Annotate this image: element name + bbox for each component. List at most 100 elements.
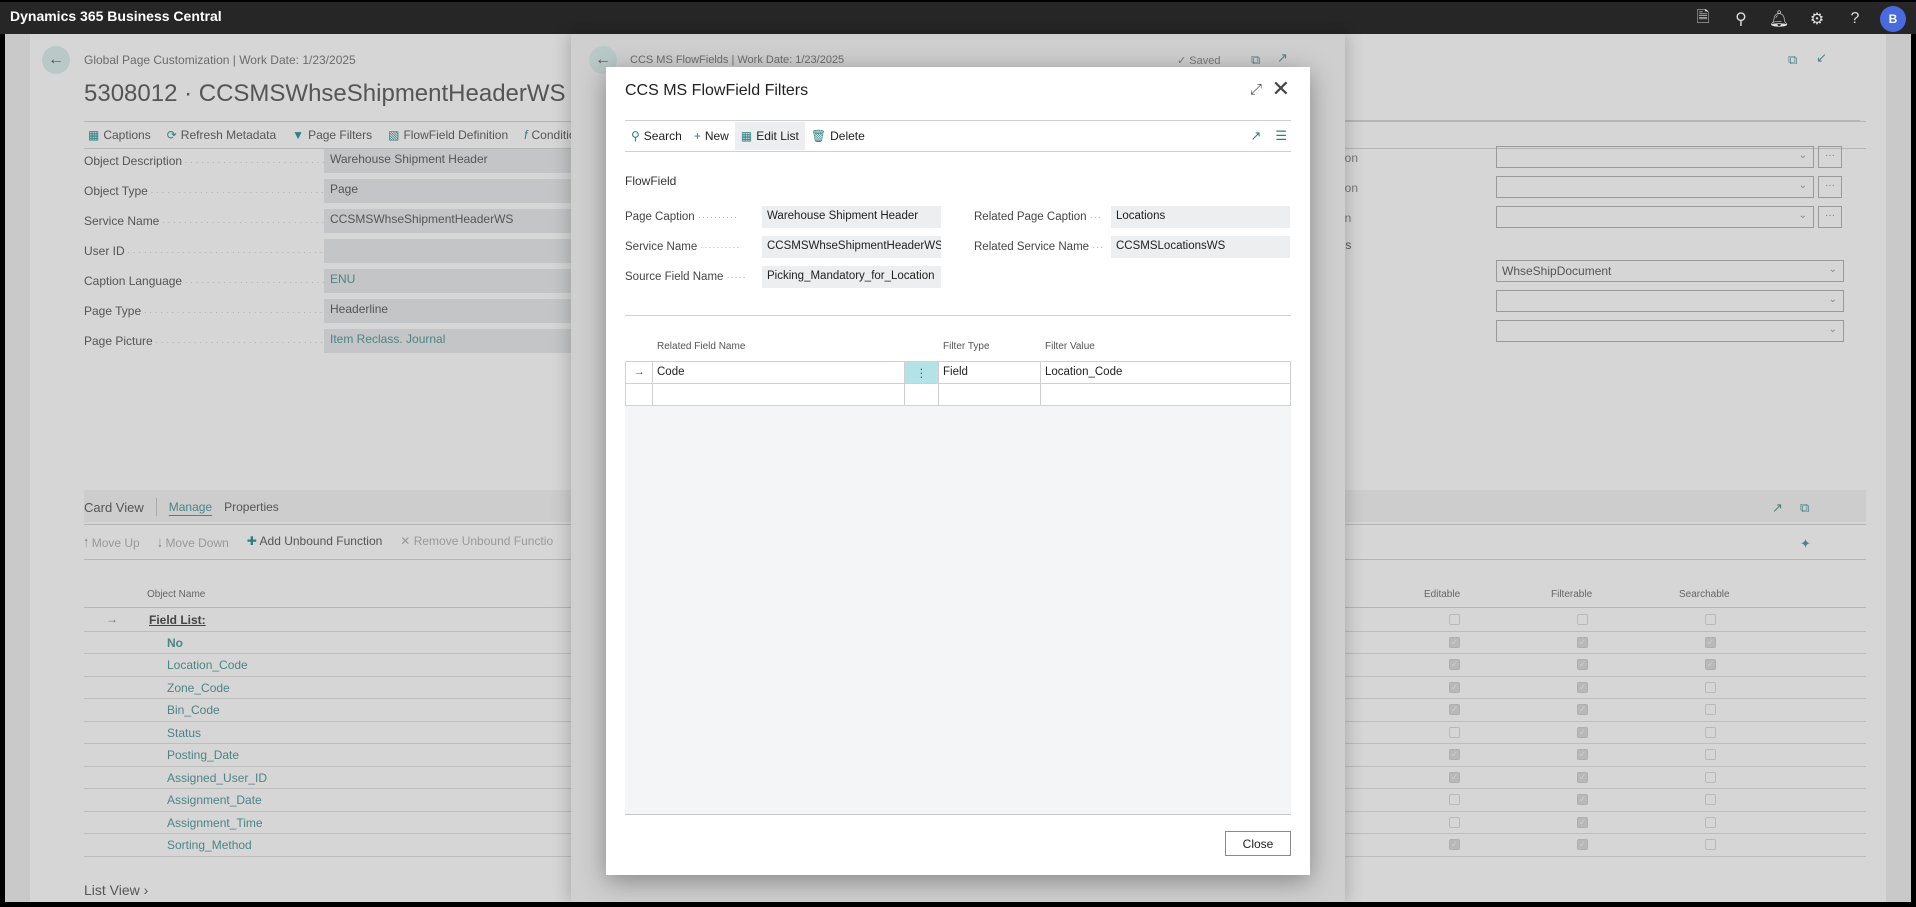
filter-value-cell[interactable] <box>1041 384 1290 406</box>
object-name[interactable]: Bin_Code <box>167 703 220 717</box>
col-related-field-name[interactable]: Related Field Name <box>657 341 745 352</box>
checkbox[interactable] <box>1705 704 1716 715</box>
delete-button[interactable]: 🗑︎ Delete <box>805 122 871 150</box>
col-object-name[interactable]: Object Name <box>147 589 205 600</box>
checkbox[interactable] <box>1705 771 1716 783</box>
object-name[interactable]: Posting_Date <box>167 748 239 762</box>
checkbox[interactable]: ✓ <box>1449 749 1460 760</box>
expand-icon[interactable]: ⧉ <box>1800 500 1809 516</box>
checkbox[interactable] <box>1449 794 1460 805</box>
checkbox[interactable]: ✓ <box>1577 659 1588 670</box>
checkbox[interactable]: ✓ <box>1577 726 1588 738</box>
checkbox[interactable]: ✓ <box>1705 659 1716 670</box>
share-icon[interactable]: ↗ <box>1250 128 1261 144</box>
checkbox[interactable] <box>1705 614 1716 625</box>
expand-icon[interactable]: ⤢ <box>1250 81 1262 98</box>
object-name[interactable]: No <box>167 636 183 650</box>
col-filter-value[interactable]: Filter Value <box>1045 341 1095 352</box>
checkbox[interactable]: ✓ <box>1577 794 1588 805</box>
checkbox[interactable]: ✓ <box>1577 636 1588 648</box>
help-icon[interactable]: ? <box>1836 5 1874 33</box>
collapse-icon[interactable]: ↙ <box>1816 50 1827 66</box>
checkbox[interactable] <box>1449 816 1460 828</box>
right-select-6[interactable]: ⌄ <box>1496 320 1844 342</box>
checkbox[interactable] <box>1449 726 1460 738</box>
open-new-window-icon[interactable]: ⧉ <box>1251 52 1260 68</box>
checkbox[interactable]: ✓ <box>1577 681 1588 693</box>
expand-icon[interactable]: ↗ <box>1277 50 1288 66</box>
checkbox[interactable]: ✓ <box>1577 704 1588 715</box>
back-button[interactable]: ← <box>42 46 70 74</box>
checkbox[interactable] <box>1705 839 1716 850</box>
object-name[interactable]: Assignment_Date <box>167 793 262 807</box>
right-select-3[interactable]: ⌄ <box>1496 206 1814 228</box>
right-select-2[interactable]: ⌄ <box>1496 176 1814 198</box>
right-select-5[interactable]: ⌄ <box>1496 290 1844 312</box>
checkbox[interactable] <box>1705 681 1716 693</box>
lookup-button[interactable]: ··· <box>1818 206 1842 228</box>
page-filters-button[interactable]: ▼ Page Filters <box>292 128 372 142</box>
object-name[interactable]: Sorting_Method <box>167 838 252 852</box>
tab-manage[interactable]: Manage <box>169 500 212 514</box>
pin-icon[interactable]: ✦ <box>1800 536 1811 552</box>
filter-type-cell[interactable]: Field <box>939 362 1041 383</box>
checkbox[interactable]: ✓ <box>1449 681 1460 693</box>
refresh-metadata-button[interactable]: ⟳ Refresh Metadata <box>167 128 276 142</box>
checkbox[interactable]: ✓ <box>1577 839 1588 850</box>
captions-button[interactable]: ▦ Captions <box>88 128 151 142</box>
move-down-button[interactable]: 🠓 Move Down <box>158 534 229 555</box>
move-up-button[interactable]: 🠑 Move Up <box>84 534 140 555</box>
object-name[interactable]: Status <box>167 726 201 740</box>
checkbox[interactable]: ✓ <box>1449 839 1460 850</box>
col-filter-type[interactable]: Filter Type <box>943 341 990 352</box>
checkbox[interactable] <box>1705 726 1716 738</box>
grid-row[interactable]: → Code ⋮ Field Location_Code <box>625 361 1291 384</box>
avatar[interactable]: B <box>1880 6 1906 32</box>
checkbox[interactable]: ✓ <box>1577 749 1588 760</box>
col-searchable[interactable]: Searchable <box>1679 589 1730 600</box>
share-icon[interactable]: ↗ <box>1772 500 1783 516</box>
remove-unbound-function-button[interactable]: ✕ Remove Unbound Functio <box>400 534 553 555</box>
flowfield-definition-button[interactable]: ▧ FlowField Definition <box>388 128 508 142</box>
object-name[interactable]: Assignment_Time <box>167 816 263 830</box>
tab-properties[interactable]: Properties <box>224 500 279 514</box>
new-button[interactable]: + New <box>688 122 735 150</box>
list-view-link[interactable]: List View › <box>84 882 148 898</box>
search-icon[interactable]: ⚲ <box>1722 5 1760 33</box>
edit-list-button[interactable]: ▦ Edit List <box>734 122 805 150</box>
row-menu-icon[interactable]: ⋮ <box>905 362 939 383</box>
checkbox[interactable] <box>1577 614 1588 625</box>
related-field-name-cell[interactable]: Code <box>653 362 905 383</box>
object-name[interactable]: Zone_Code <box>167 681 230 695</box>
checkbox[interactable] <box>1705 794 1716 805</box>
add-unbound-function-button[interactable]: ✚ Add Unbound Function <box>247 534 383 555</box>
lookup-button[interactable]: ··· <box>1818 146 1842 168</box>
filter-type-cell[interactable] <box>939 383 1041 405</box>
bell-icon[interactable]: 🔔︎ <box>1760 5 1798 33</box>
object-name[interactable]: Location_Code <box>167 658 248 672</box>
checkbox[interactable]: ✓ <box>1577 816 1588 828</box>
object-name[interactable]: Assigned_User_ID <box>167 771 267 785</box>
object-name[interactable]: Field List: <box>149 613 206 627</box>
checkbox[interactable] <box>1705 749 1716 760</box>
checkbox[interactable] <box>1705 816 1716 828</box>
checkbox[interactable]: ✓ <box>1577 771 1588 783</box>
right-select-1[interactable]: ⌄ <box>1496 146 1814 168</box>
filter-value-cell[interactable]: Location_Code <box>1041 362 1290 383</box>
grid-row[interactable] <box>625 383 1291 406</box>
checkbox[interactable] <box>1449 614 1460 625</box>
related-field-name-cell[interactable] <box>653 383 905 405</box>
checkbox[interactable]: ✓ <box>1449 704 1460 715</box>
close-button[interactable]: Close <box>1225 831 1291 856</box>
list-menu-icon[interactable]: ☰ <box>1275 128 1287 144</box>
checkbox[interactable]: ✓ <box>1449 771 1460 783</box>
open-new-window-icon[interactable]: ⧉ <box>1788 52 1797 68</box>
search-button[interactable]: ⚲ Search <box>625 122 688 150</box>
checkbox[interactable]: ✓ <box>1705 636 1716 648</box>
right-select-4[interactable]: WhseShipDocument ⌄ <box>1496 260 1844 282</box>
checkbox[interactable]: ✓ <box>1449 659 1460 670</box>
app-title[interactable]: Dynamics 365 Business Central <box>10 8 222 24</box>
lookup-button[interactable]: ··· <box>1818 176 1842 198</box>
checkbox[interactable]: ✓ <box>1449 636 1460 648</box>
col-editable[interactable]: Editable <box>1424 589 1460 600</box>
